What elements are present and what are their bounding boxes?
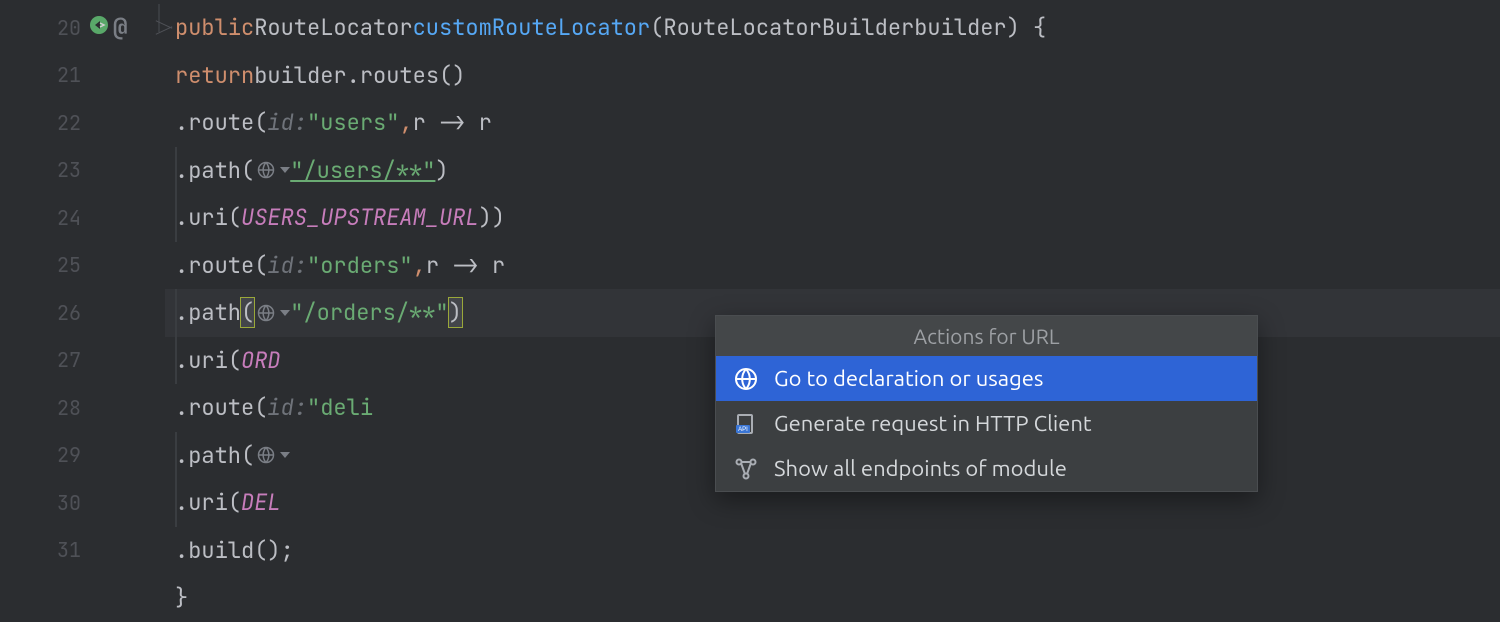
code-line[interactable]: } [165,574,1500,622]
variable: builder [254,61,346,90]
parameter: builder [914,13,1006,42]
gutter-row: 20 @ [0,4,165,52]
keyword: public [175,13,254,42]
string-literal: "users" [307,108,399,137]
constant: ORD [241,346,281,375]
code-line[interactable]: .build(); [165,527,1500,575]
code-line[interactable]: .path("/users/**") [165,147,1500,195]
method-call: path [188,441,241,470]
type-name: RouteLocator [254,13,412,42]
method-call: path [188,156,241,185]
code-line[interactable]: .uri(USERS_UPSTREAM_URL)) [165,194,1500,242]
matched-paren: ( [241,298,254,327]
line-number: 21 [41,62,81,88]
lambda: r -> r [413,108,492,137]
gutter-icons: @ [89,12,159,43]
svg-text:API: API [738,427,748,433]
popup-title: Actions for URL [716,316,1257,356]
code-line[interactable]: public RouteLocator customRouteLocator(R… [165,4,1500,52]
line-number: 30 [41,490,81,516]
popup-item-label: Go to declaration or usages [774,366,1043,391]
method-call: uri [188,488,228,517]
method-call: path [188,298,241,327]
method-call: build [188,536,254,565]
url-globe-icon[interactable] [257,304,275,322]
method-call: route [188,108,254,137]
api-icon: API [734,412,758,436]
url-actions-popup: Actions for URL Go to declaration or usa… [715,315,1258,492]
brace-close: } [175,583,188,612]
code-line[interactable]: return builder.routes() [165,52,1500,100]
chevron-down-icon[interactable] [280,167,290,173]
string-literal: "orders" [307,251,413,280]
editor-gutter: 20 @ 21 22 23 24 25 26 27 28 29 30 31 [0,0,165,600]
popup-item-label: Generate request in HTTP Client [774,411,1092,436]
line-number: 29 [41,442,81,468]
code-content[interactable]: public RouteLocator customRouteLocator ( R… [165,0,1500,600]
method-call: uri [188,346,228,375]
inlay-hint: id: [267,108,307,137]
inlay-hint: id: [267,251,307,280]
code-line[interactable]: .route( id: "orders", r -> r [165,242,1500,290]
popup-item-label: Show all endpoints of module [774,456,1067,481]
url-path-literal[interactable]: "/orders/**" [290,298,448,327]
line-number: 25 [41,252,81,278]
line-number: 20 [41,15,81,41]
method-call: uri [188,203,228,232]
endpoints-icon [734,457,758,481]
run-gutter-icon[interactable] [89,13,109,42]
popup-item-generate-http[interactable]: API Generate request in HTTP Client [716,401,1257,446]
keyword: return [175,61,254,90]
popup-item-show-endpoints[interactable]: Show all endpoints of module [716,446,1257,491]
lambda: r -> r [426,251,505,280]
url-path-literal[interactable]: "/users/**" [290,156,435,185]
inlay-hint: id: [267,393,307,422]
line-number: 28 [41,395,81,421]
matched-paren: ) [449,298,462,327]
constant: USERS_UPSTREAM_URL [241,203,479,232]
line-number: 31 [41,537,81,563]
code-editor: 20 @ 21 22 23 24 25 26 27 28 29 30 31 pu… [0,0,1500,600]
url-globe-icon[interactable] [257,446,275,464]
chevron-down-icon[interactable] [280,310,290,316]
url-globe-icon[interactable] [257,161,275,179]
method-call: routes [360,61,439,90]
method-declaration: customRouteLocator [413,13,651,42]
string-literal: "deli [307,393,373,422]
method-call: route [188,393,254,422]
constant: DEL [241,488,281,517]
bean-annotation-icon[interactable]: @ [113,12,127,43]
line-number: 26 [41,300,81,326]
line-number: 24 [41,205,81,231]
method-call: route [188,251,254,280]
chevron-down-icon[interactable] [280,452,290,458]
line-number: 23 [41,157,81,183]
type-name: RouteLocatorBuilder [663,13,914,42]
line-number: 27 [41,347,81,373]
line-number: 22 [41,110,81,136]
code-line[interactable]: .route( id: "users", r -> r [165,99,1500,147]
globe-icon [734,367,758,391]
popup-item-goto-declaration[interactable]: Go to declaration or usages [716,356,1257,401]
